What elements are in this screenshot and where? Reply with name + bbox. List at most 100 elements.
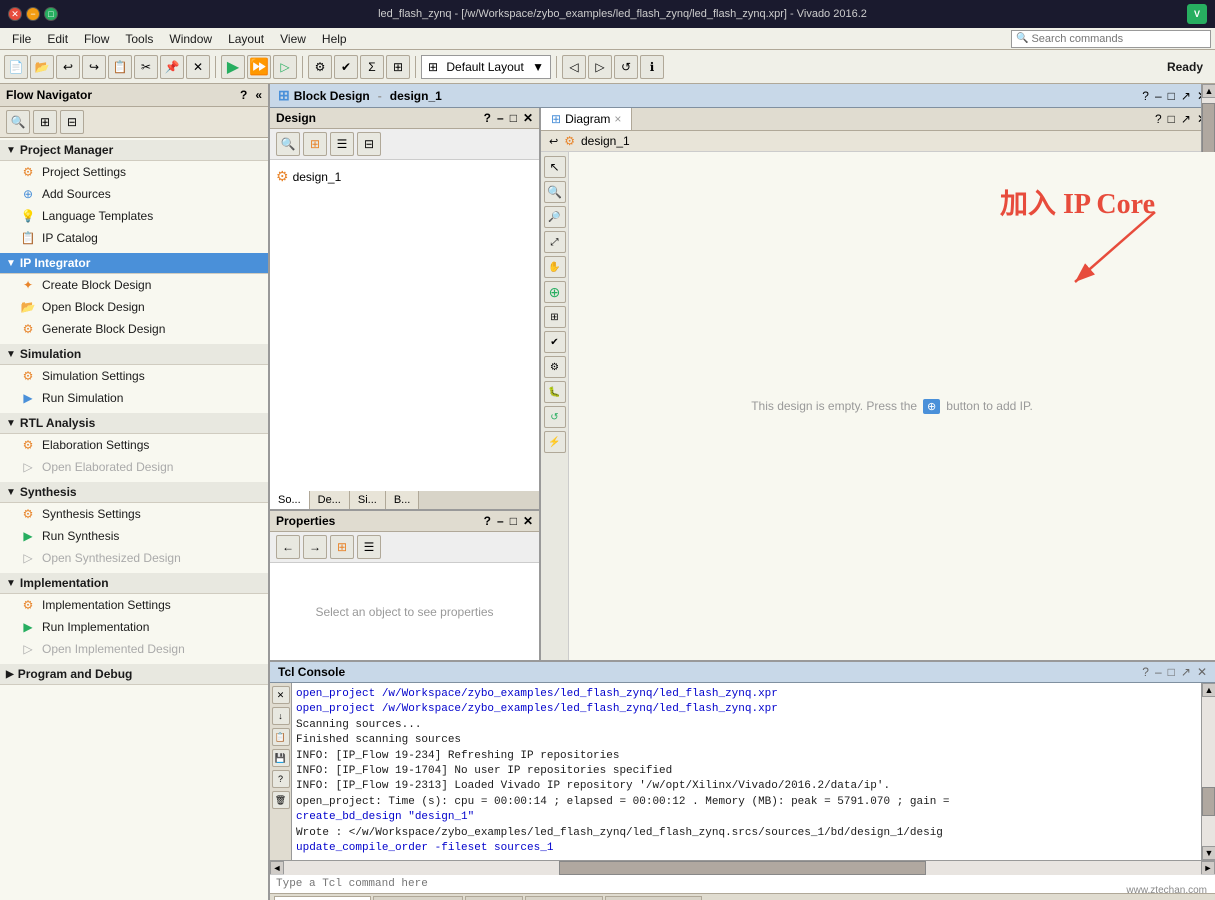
- dp-min[interactable]: –: [497, 111, 504, 125]
- pp-max[interactable]: □: [510, 514, 517, 528]
- menu-help[interactable]: Help: [314, 30, 355, 48]
- tcl-copy-btn[interactable]: 📋: [272, 728, 290, 746]
- menu-layout[interactable]: Layout: [220, 30, 272, 48]
- tcl-command-input[interactable]: [276, 878, 1209, 890]
- nav-collapse-btn[interactable]: ⊟: [60, 110, 84, 134]
- dt-select[interactable]: ↖: [544, 156, 566, 178]
- hscroll-left[interactable]: ◄: [270, 861, 284, 875]
- synthesis-header[interactable]: ▼ Synthesis: [0, 482, 268, 503]
- tb-delete[interactable]: ✕: [186, 55, 210, 79]
- tcl-scroll-thumb[interactable]: [1202, 787, 1215, 817]
- tb-settings[interactable]: ⚙: [308, 55, 332, 79]
- dh-max[interactable]: □: [1168, 112, 1175, 126]
- dp-question[interactable]: ?: [484, 111, 491, 125]
- pp-props-btn[interactable]: ⊞: [330, 535, 354, 559]
- pp-min[interactable]: –: [497, 514, 504, 528]
- design-tab-signals[interactable]: Si...: [350, 491, 386, 509]
- tb-grid[interactable]: ⊞: [386, 55, 410, 79]
- tb-redo[interactable]: ↪: [82, 55, 106, 79]
- menu-edit[interactable]: Edit: [39, 30, 76, 48]
- tb-run-arrow[interactable]: ⏩: [247, 55, 271, 79]
- nav-simulation-settings[interactable]: ⚙ Simulation Settings: [0, 365, 268, 387]
- tb-nav[interactable]: ↺: [614, 55, 638, 79]
- pp-filter-btn[interactable]: ☰: [357, 535, 381, 559]
- close-button[interactable]: ✕: [8, 7, 22, 21]
- search-input[interactable]: [1031, 33, 1191, 45]
- nav-implementation-settings[interactable]: ⚙ Implementation Settings: [0, 594, 268, 616]
- nav-ip-catalog[interactable]: 📋 IP Catalog: [0, 227, 268, 249]
- pp-close[interactable]: ✕: [523, 514, 533, 528]
- nav-question[interactable]: ?: [240, 88, 247, 102]
- tcl-save-btn[interactable]: 💾: [272, 749, 290, 767]
- tcl-scroll-down[interactable]: ▼: [1202, 846, 1215, 860]
- dp-max[interactable]: □: [510, 111, 517, 125]
- layout-dropdown[interactable]: ⊞ Default Layout ▼: [421, 55, 551, 79]
- nav-synthesis-settings[interactable]: ⚙ Synthesis Settings: [0, 503, 268, 525]
- minimize-button[interactable]: −: [26, 7, 40, 21]
- design-tab-sources[interactable]: So...: [270, 491, 310, 509]
- dt-hand[interactable]: ✋: [544, 256, 566, 278]
- bd-ext[interactable]: ↗: [1181, 89, 1191, 103]
- tb-sigma[interactable]: Σ: [360, 55, 384, 79]
- nav-add-sources[interactable]: ⊕ Add Sources: [0, 183, 268, 205]
- dt-zoom-in[interactable]: 🔍: [544, 181, 566, 203]
- tb-play[interactable]: ▷: [273, 55, 297, 79]
- dt-fit[interactable]: ⤢: [544, 231, 566, 253]
- tb-back[interactable]: ◁: [562, 55, 586, 79]
- tb-info[interactable]: ℹ: [640, 55, 664, 79]
- tb-fwd[interactable]: ▷: [588, 55, 612, 79]
- tb-copy[interactable]: 📋: [108, 55, 132, 79]
- tcl-close[interactable]: ✕: [1197, 665, 1207, 679]
- tcl-tab-console[interactable]: 🖥 Tcl Console: [274, 896, 371, 900]
- menu-window[interactable]: Window: [161, 30, 220, 48]
- dt-drc[interactable]: ⚡: [544, 431, 566, 453]
- diagram-tab-close[interactable]: ×: [614, 112, 621, 126]
- nav-run-implementation[interactable]: ▶ Run Implementation: [0, 616, 268, 638]
- tcl-tab-messages[interactable]: 💬 Messages: [373, 896, 463, 900]
- dp-layers-btn[interactable]: ☰: [330, 132, 354, 156]
- hscroll-thumb[interactable]: [559, 861, 926, 875]
- nav-open-elaborated[interactable]: ▷ Open Elaborated Design: [0, 456, 268, 478]
- bd-max[interactable]: □: [1168, 89, 1175, 103]
- dp-close[interactable]: ✕: [523, 111, 533, 125]
- menu-flow[interactable]: Flow: [76, 30, 117, 48]
- project-manager-header[interactable]: ▼ Project Manager: [0, 140, 268, 161]
- dt-refresh[interactable]: ↺: [544, 406, 566, 428]
- nav-expand-btn[interactable]: ⊞: [33, 110, 57, 134]
- menu-view[interactable]: View: [272, 30, 314, 48]
- nav-create-block-design[interactable]: ✦ Create Block Design: [0, 274, 268, 296]
- nav-project-settings[interactable]: ⚙ Project Settings: [0, 161, 268, 183]
- search-box[interactable]: 🔍: [1011, 30, 1211, 48]
- nav-elaboration-settings[interactable]: ⚙ Elaboration Settings: [0, 434, 268, 456]
- menu-tools[interactable]: Tools: [117, 30, 161, 48]
- tb-cut[interactable]: ✂: [134, 55, 158, 79]
- tcl-scroll-up[interactable]: ▲: [1202, 683, 1215, 697]
- tcl-max[interactable]: □: [1168, 665, 1175, 679]
- tcl-scroll-btn[interactable]: ↓: [272, 707, 290, 725]
- bd-help[interactable]: ?: [1142, 89, 1149, 103]
- design-tab-design[interactable]: De...: [310, 491, 350, 509]
- pp-back-btn[interactable]: ←: [276, 535, 300, 559]
- tcl-help-btn[interactable]: ?: [272, 770, 290, 788]
- bd-min[interactable]: –: [1155, 89, 1162, 103]
- dt-add-ip[interactable]: ⊕: [544, 281, 566, 303]
- nav-open-synthesized[interactable]: ▷ Open Synthesized Design: [0, 547, 268, 569]
- design-tab-board[interactable]: B...: [386, 491, 420, 509]
- dt-zoom-out[interactable]: 🔎: [544, 206, 566, 228]
- nav-collapse[interactable]: «: [255, 88, 262, 102]
- menu-file[interactable]: File: [4, 30, 39, 48]
- design-item-design1[interactable]: ⚙ design_1: [276, 166, 533, 187]
- nav-run-synthesis[interactable]: ▶ Run Synthesis: [0, 525, 268, 547]
- dp-search-btn[interactable]: 🔍: [276, 132, 300, 156]
- tb-check[interactable]: ✔: [334, 55, 358, 79]
- tb-undo[interactable]: ↩: [56, 55, 80, 79]
- tb-run-green[interactable]: ▶: [221, 55, 245, 79]
- dh-ext[interactable]: ↗: [1181, 112, 1191, 126]
- add-ip-button-inline[interactable]: ⊕: [923, 399, 940, 414]
- simulation-header[interactable]: ▼ Simulation: [0, 344, 268, 365]
- tcl-tab-log[interactable]: 📋 Log: [465, 896, 523, 900]
- hscroll-right[interactable]: ►: [1201, 861, 1215, 875]
- nav-run-simulation[interactable]: ▶ Run Simulation: [0, 387, 268, 409]
- tcl-min[interactable]: –: [1155, 665, 1162, 679]
- dh-question[interactable]: ?: [1155, 112, 1162, 126]
